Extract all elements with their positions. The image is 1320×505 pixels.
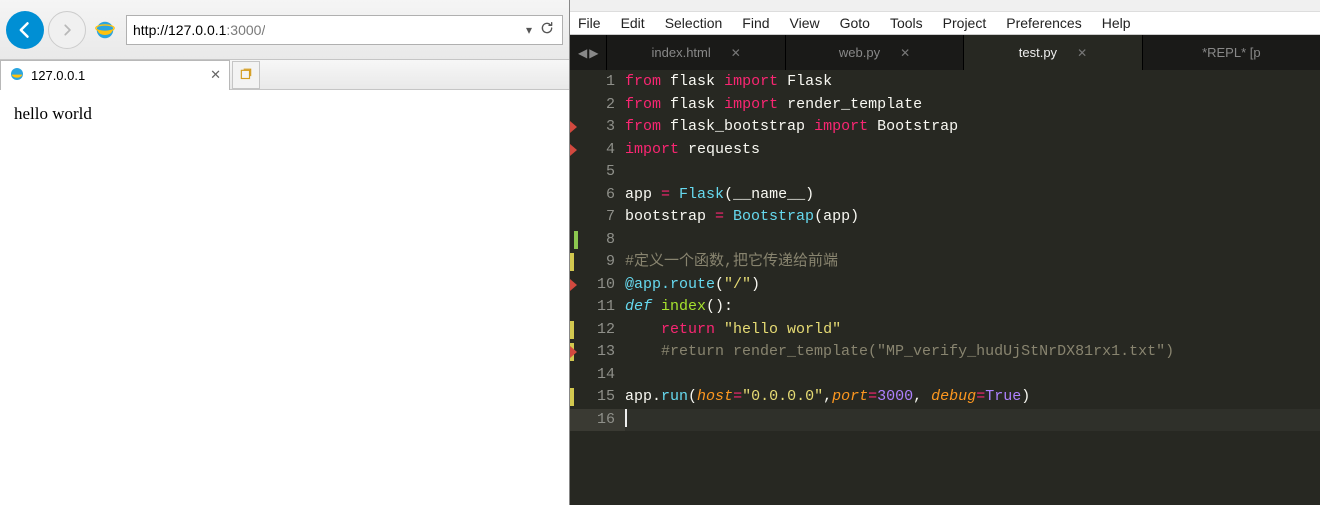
- code-line[interactable]: app = Flask(__name__): [625, 184, 1320, 207]
- editor-window: File Edit Selection Find View Goto Tools Projec…: [570, 0, 1320, 505]
- code-line[interactable]: [625, 229, 1320, 252]
- page-content: hello world: [14, 104, 92, 123]
- code-line[interactable]: def index():: [625, 296, 1320, 319]
- code-line[interactable]: @app.route("/"): [625, 274, 1320, 297]
- line-number: 7: [570, 206, 615, 229]
- editor-menu-bar: File Edit Selection Find View Goto Tools Projec…: [570, 11, 1320, 35]
- menu-preferences[interactable]: Preferences: [1006, 15, 1081, 31]
- forward-button[interactable]: [48, 11, 86, 49]
- new-tab-button[interactable]: [232, 61, 260, 89]
- code-line[interactable]: from flask_bootstrap import Bootstrap: [625, 116, 1320, 139]
- menu-tools[interactable]: Tools: [890, 15, 923, 31]
- editor-tab-label: index.html: [652, 45, 711, 60]
- menu-file[interactable]: File: [578, 15, 601, 31]
- menu-help[interactable]: Help: [1102, 15, 1131, 31]
- text-cursor: [625, 409, 627, 427]
- editor-tabstrip: ◀ ▶ index.html ✕ web.py ✕ test.py ✕ *REPL* [p: [570, 35, 1320, 70]
- gutter-marker-red: [570, 346, 577, 358]
- ie-favicon-icon: [9, 66, 25, 85]
- browser-tab[interactable]: 127.0.0.1 ✕: [0, 60, 230, 90]
- browser-toolbar: http://127.0.0.1:3000/ ▾: [0, 0, 569, 60]
- editor-tab--repl-p[interactable]: *REPL* [p: [1142, 35, 1320, 70]
- editor-tab-label: *REPL* [p: [1202, 45, 1261, 60]
- editor-tab-web-py[interactable]: web.py ✕: [785, 35, 963, 70]
- address-bar[interactable]: http://127.0.0.1:3000/ ▾: [126, 15, 563, 45]
- tab-close-icon[interactable]: ✕: [900, 46, 910, 60]
- url-path: :3000/: [226, 22, 265, 38]
- code-line[interactable]: import requests: [625, 139, 1320, 162]
- line-number: 5: [570, 161, 615, 184]
- arrow-right-icon: [60, 23, 74, 37]
- code-line[interactable]: from flask import Flask: [625, 71, 1320, 94]
- line-number: 10: [570, 274, 615, 297]
- menu-view[interactable]: View: [790, 15, 820, 31]
- menu-find[interactable]: Find: [742, 15, 769, 31]
- code-line[interactable]: from flask import render_template: [625, 94, 1320, 117]
- gutter-marker-yellow: [570, 388, 574, 406]
- menu-project[interactable]: Project: [943, 15, 987, 31]
- tab-close-icon[interactable]: ✕: [210, 67, 221, 83]
- code-line[interactable]: [625, 364, 1320, 387]
- browser-viewport: hello world: [0, 90, 569, 505]
- address-input[interactable]: [265, 22, 520, 38]
- gutter-marker-red: [570, 279, 577, 291]
- refresh-button[interactable]: [538, 20, 556, 39]
- browser-tabbar: 127.0.0.1 ✕: [0, 60, 569, 90]
- line-number: 11: [570, 296, 615, 319]
- address-dropdown-icon[interactable]: ▾: [520, 23, 538, 37]
- arrow-left-icon: [15, 20, 35, 40]
- line-number: 6: [570, 184, 615, 207]
- code-line[interactable]: [625, 161, 1320, 184]
- back-button[interactable]: [6, 11, 44, 49]
- line-number: 16: [570, 409, 625, 432]
- editor-tab-index-html[interactable]: index.html ✕: [606, 35, 784, 70]
- code-line[interactable]: #return render_template("MP_verify_hudUj…: [625, 341, 1320, 364]
- gutter-marker-yellow: [570, 253, 574, 271]
- code-area[interactable]: 12345678910111213141516 from flask impor…: [570, 70, 1320, 505]
- editor-tab-label: test.py: [1019, 45, 1057, 60]
- tab-next-icon[interactable]: ▶: [589, 46, 598, 60]
- line-number: 8: [570, 229, 615, 252]
- gutter-marker-yellow: [570, 321, 574, 339]
- tab-nav-arrows: ◀ ▶: [570, 35, 606, 70]
- menu-edit[interactable]: Edit: [621, 15, 645, 31]
- browser-tab-title: 127.0.0.1: [31, 68, 85, 83]
- code-line[interactable]: #定义一个函数,把它传递给前端: [625, 251, 1320, 274]
- code-line[interactable]: [625, 409, 1320, 432]
- line-number: 1: [570, 71, 615, 94]
- line-number: 12: [570, 319, 615, 342]
- browser-window: http://127.0.0.1:3000/ ▾ 127.0.0.1 ✕ hel…: [0, 0, 570, 505]
- editor-titlebar-fragment: [570, 0, 1320, 11]
- code-line[interactable]: app.run(host="0.0.0.0",port=3000, debug=…: [625, 386, 1320, 409]
- tab-prev-icon[interactable]: ◀: [578, 46, 587, 60]
- tab-close-icon[interactable]: ✕: [1077, 46, 1087, 60]
- line-number: 4: [570, 139, 615, 162]
- line-number: 13: [570, 341, 615, 364]
- gutter-marker-green: [574, 231, 578, 249]
- line-number: 9: [570, 251, 615, 274]
- code-line[interactable]: bootstrap = Bootstrap(app): [625, 206, 1320, 229]
- line-number: 14: [570, 364, 615, 387]
- menu-selection[interactable]: Selection: [665, 15, 723, 31]
- url-host: http://127.0.0.1: [133, 22, 226, 38]
- line-number: 3: [570, 116, 615, 139]
- gutter-marker-red: [570, 144, 577, 156]
- tab-close-icon[interactable]: ✕: [731, 46, 741, 60]
- menu-goto[interactable]: Goto: [840, 15, 870, 31]
- line-number: 2: [570, 94, 615, 117]
- gutter-marker-red: [570, 121, 577, 133]
- editor-tab-test-py[interactable]: test.py ✕: [963, 35, 1141, 70]
- ie-logo-icon: [94, 19, 116, 41]
- editor-tab-label: web.py: [839, 45, 880, 60]
- new-tab-icon: [239, 68, 253, 82]
- line-number: 15: [570, 386, 615, 409]
- code-line[interactable]: return "hello world": [625, 319, 1320, 342]
